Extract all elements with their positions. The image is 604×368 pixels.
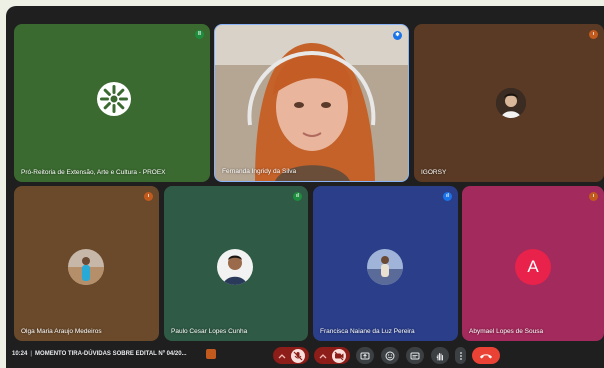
meeting-info: 10:24 | MOMENTO TIRA-DÚVIDAS SOBRE EDITAL …	[12, 351, 187, 357]
raise-hand-button[interactable]	[431, 347, 449, 364]
avatar	[496, 88, 526, 118]
meeting-title: MOMENTO TIRA-DÚVIDAS SOBRE EDITAL Nº 04/…	[35, 351, 187, 357]
avatar: A	[515, 249, 551, 285]
captions-icon	[410, 352, 420, 359]
present-screen-icon	[360, 352, 370, 359]
participant-name: IGORSY	[421, 169, 447, 176]
audio-levels-icon: ✱	[393, 31, 402, 40]
participant-name: Fernanda Ingridy da Silva	[222, 168, 297, 175]
participant-tile-proex[interactable]: Il Pró-Reitoria de Extensão, Arte e Cult…	[14, 24, 210, 182]
camera-off-icon	[331, 348, 346, 363]
present-screen-button[interactable]	[356, 347, 374, 364]
more-options-button[interactable]	[455, 347, 466, 364]
audio-levels-icon: ıl	[443, 192, 452, 201]
participant-tile-francisca[interactable]: ıl Francisca Naiane da Luz Pereira	[313, 186, 458, 341]
raise-hand-icon	[436, 352, 443, 360]
avatar	[367, 249, 403, 285]
camera-options-button[interactable]	[314, 347, 350, 364]
participant-name: Pró-Reitoria de Extensão, Arte e Cultura…	[21, 169, 166, 176]
proex-logo-icon	[97, 82, 131, 116]
mic-options-button[interactable]	[273, 347, 309, 364]
participant-tile-olga[interactable]: ı Olga Maria Araujo Medeiros	[14, 186, 159, 341]
participant-tile-igorsy[interactable]: ı IGORSY	[414, 24, 604, 182]
more-options-icon	[459, 351, 462, 360]
participant-name: Francisca Naiane da Luz Pereira	[320, 328, 415, 335]
participant-name: Olga Maria Araujo Medeiros	[21, 328, 102, 335]
chevron-up-icon	[278, 353, 285, 358]
muted-indicator-icon: ı	[589, 192, 598, 201]
meeting-grid: Il Pró-Reitoria de Extensão, Arte e Cult…	[6, 6, 604, 368]
leave-call-icon	[480, 353, 492, 358]
captions-button[interactable]	[406, 347, 424, 364]
participant-tile-paulo[interactable]: ıl Paulo Cesar Lopes Cunha	[164, 186, 308, 341]
participant-video	[215, 25, 408, 181]
control-bar: 10:24 | MOMENTO TIRA-DÚVIDAS SOBRE EDITAL …	[6, 344, 604, 368]
speaking-indicator-icon: Il	[195, 30, 204, 39]
emoji-icon	[385, 351, 395, 360]
participant-tile-fernanda[interactable]: ✱ Fernanda Ingridy da Silva	[214, 24, 409, 182]
participant-name: Abymael Lopes de Sousa	[469, 328, 544, 335]
avatar	[217, 249, 253, 285]
meeting-details-icon[interactable]	[206, 349, 216, 359]
microphone-off-icon	[290, 348, 305, 363]
speaking-indicator-icon: ıl	[293, 192, 302, 201]
chevron-up-icon	[319, 353, 326, 358]
muted-indicator-icon: ı	[144, 192, 153, 201]
participant-name: Paulo Cesar Lopes Cunha	[171, 328, 248, 335]
muted-indicator-icon: ı	[589, 30, 598, 39]
avatar	[68, 249, 104, 285]
participant-tile-abymael[interactable]: A ı Abymael Lopes de Sousa	[462, 186, 604, 341]
emoji-button[interactable]	[381, 347, 399, 364]
meeting-time: 10:24	[12, 351, 28, 357]
leave-call-button[interactable]	[472, 347, 500, 364]
